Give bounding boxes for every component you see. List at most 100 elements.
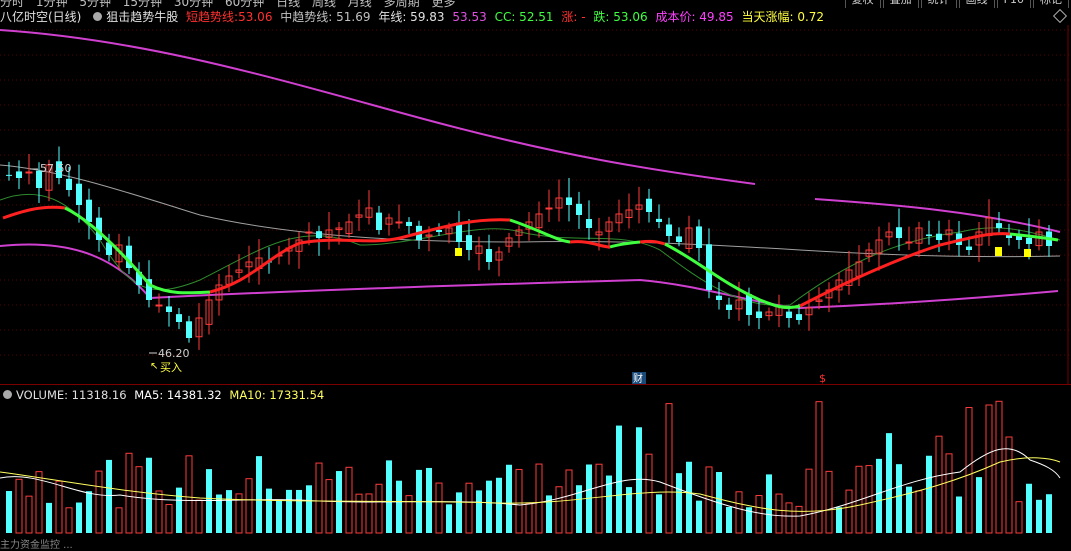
volume-bar — [515, 468, 523, 534]
volume-bar — [125, 452, 133, 534]
volume-bar — [146, 457, 152, 533]
volume-bar — [1026, 483, 1032, 533]
volume-bar — [766, 474, 772, 533]
volume-bar — [465, 482, 473, 534]
short-trend-down-seg — [609, 240, 641, 249]
volume-bar — [106, 459, 112, 533]
volume-bar — [306, 485, 312, 533]
candle-body — [406, 221, 412, 226]
candle-body — [586, 219, 592, 228]
yellow-signal-marker — [455, 248, 462, 256]
volume-bar — [1015, 501, 1023, 534]
ma-line — [0, 164, 1061, 258]
volume-bar — [865, 465, 873, 534]
volume-bar — [876, 458, 882, 533]
volume-bar — [815, 401, 823, 534]
volume-bar — [795, 505, 803, 534]
volume-bar — [1005, 436, 1013, 534]
bottom-indicator-strip[interactable]: 主力资金监控 ... — [0, 536, 73, 551]
candle-body — [166, 306, 172, 312]
volume-bar — [256, 456, 262, 533]
candle-body — [16, 171, 22, 178]
volume-bar — [165, 504, 173, 534]
volume-bar — [775, 493, 783, 534]
volume-bar — [185, 455, 193, 534]
volume-bar — [396, 480, 402, 533]
candle-body — [86, 199, 92, 222]
volume-bar — [496, 477, 502, 533]
candle-body — [436, 229, 442, 232]
candle-body — [706, 244, 712, 290]
pane-divider[interactable] — [0, 384, 1071, 385]
volume-bar — [55, 480, 63, 534]
candle-body — [966, 246, 972, 250]
yellow-signal-marker — [1024, 249, 1031, 257]
volume-bar — [665, 403, 673, 534]
volume-bar — [555, 486, 563, 534]
candle-body — [646, 198, 652, 212]
volume-bar — [1036, 499, 1042, 533]
volume-bar — [286, 489, 292, 533]
volume-bar — [375, 483, 383, 534]
volume-bar — [915, 490, 923, 534]
volume-bar — [535, 463, 543, 534]
ma10-value: MA10: 17331.54 — [229, 388, 325, 402]
candle-body — [6, 174, 12, 176]
volume-bar — [686, 461, 692, 533]
candle-body — [716, 295, 722, 300]
volume-bar — [345, 466, 353, 534]
volume-bar — [135, 466, 143, 534]
volume-bar — [1046, 494, 1052, 533]
short-trend-up-seg — [569, 240, 611, 249]
volume-bar — [956, 496, 962, 533]
volume-bar — [886, 433, 892, 533]
volume-bar — [456, 492, 462, 533]
short-trend-up-seg — [209, 218, 511, 294]
candle-body — [726, 304, 732, 310]
volume-bar — [785, 502, 793, 534]
volume-bar — [565, 469, 573, 534]
candle-body — [676, 236, 682, 242]
volume-bar — [6, 491, 12, 533]
volume-bar — [836, 507, 842, 533]
volume-bar — [995, 400, 1003, 534]
volume-bar — [46, 502, 52, 533]
candle-body — [466, 235, 472, 250]
candle-body — [76, 183, 82, 205]
candle-body — [666, 224, 672, 236]
buy-arrow-icon: ↖ — [150, 361, 158, 372]
candle-body — [155, 304, 163, 307]
high-price-label: 57.50 — [40, 162, 72, 175]
volume-bar — [76, 502, 82, 533]
volume-bar — [15, 478, 23, 534]
volume-bar — [86, 491, 92, 533]
volume-bar — [365, 493, 373, 534]
volume-bar — [825, 470, 833, 534]
volume-bar — [195, 499, 203, 534]
volume-bar — [976, 477, 982, 533]
volume-bar — [176, 487, 182, 533]
candle-body — [936, 233, 942, 240]
candle-body — [186, 321, 192, 338]
low-price-label: 46.20 — [158, 347, 190, 360]
candle-body — [176, 314, 182, 322]
candle-body — [486, 249, 492, 262]
volume-bar — [595, 463, 603, 534]
volume-bar — [985, 404, 993, 534]
volume-bar — [355, 493, 363, 534]
volume-bar — [476, 490, 482, 533]
volume-bar — [315, 462, 323, 534]
year-line-top — [0, 29, 756, 185]
volume-settings-icon[interactable] — [3, 390, 12, 399]
volume-bar — [896, 464, 902, 533]
yellow-signal-marker — [995, 247, 1002, 256]
volume-bar — [486, 480, 492, 533]
volume-bar — [276, 500, 282, 533]
volume-bar — [325, 479, 333, 534]
volume-bar — [506, 464, 512, 533]
volume-bar — [65, 507, 73, 534]
kline-chart[interactable]: 57.50 46.20 买入 ↖ 财 $ — [0, 0, 1071, 543]
volume-bar — [656, 494, 662, 533]
volume-bar — [155, 490, 163, 534]
candle-body — [1026, 237, 1032, 244]
